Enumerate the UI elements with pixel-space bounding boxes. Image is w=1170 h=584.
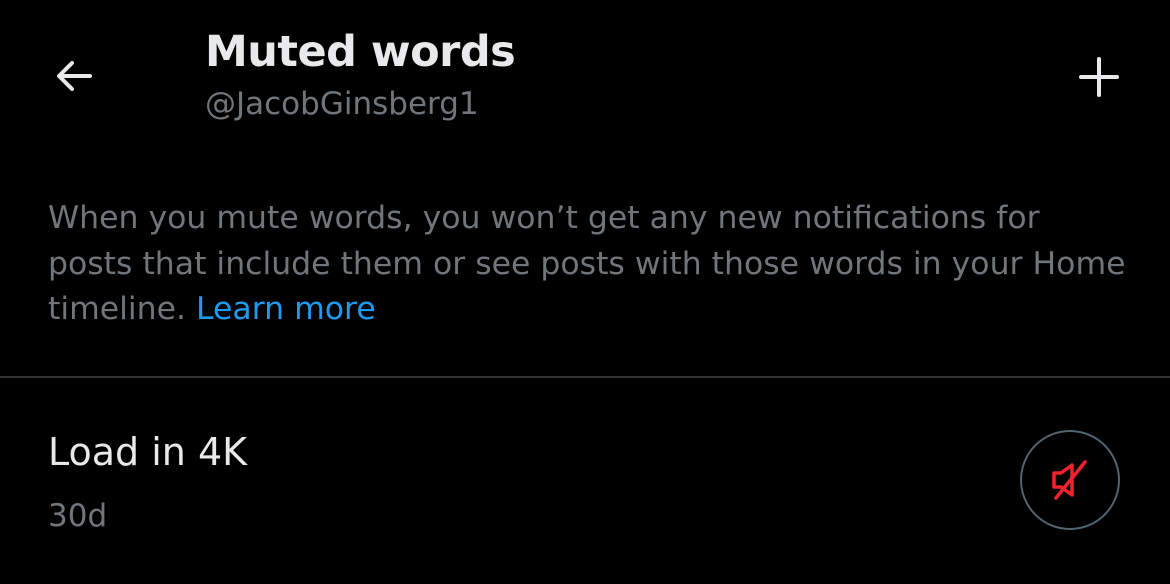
muted-speaker-icon — [1052, 460, 1087, 500]
back-button[interactable] — [44, 46, 104, 106]
muted-word-row[interactable] — [0, 378, 1170, 584]
account-handle: @JacobGinsberg1 — [205, 86, 479, 122]
page-title: Muted words — [205, 27, 516, 77]
title-block: Muted words @JacobGinsberg1 — [205, 24, 516, 124]
mute-duration: 30d — [48, 498, 108, 534]
learn-more-link[interactable]: Learn more — [196, 291, 376, 327]
muted-word: Load in 4K — [48, 430, 248, 474]
add-muted-word-button[interactable] — [1068, 46, 1130, 108]
muted-words-description: When you mute words, you won’t get any n… — [48, 196, 1128, 333]
unmute-button[interactable] — [1020, 430, 1120, 530]
plus-icon — [1079, 57, 1119, 97]
arrow-left-icon — [57, 61, 92, 91]
header-bar: Muted words @JacobGinsberg1 — [0, 0, 1170, 170]
